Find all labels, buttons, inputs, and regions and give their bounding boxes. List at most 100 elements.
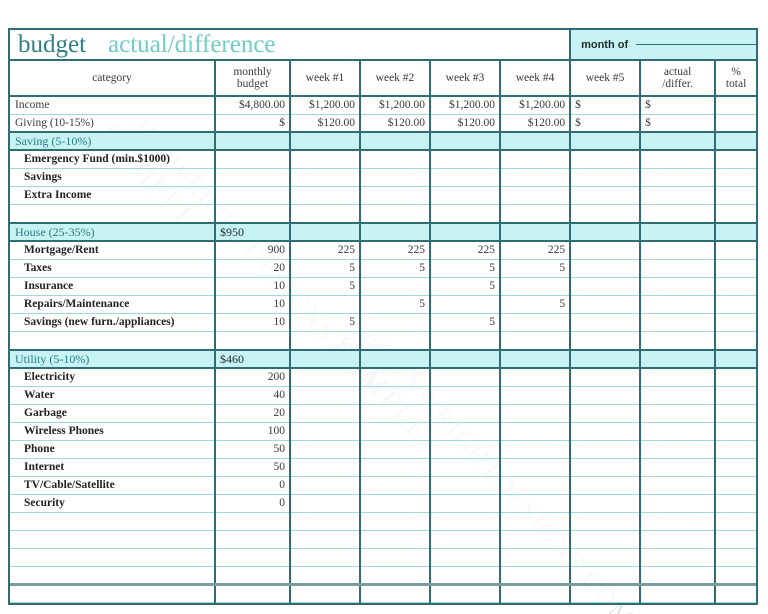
cell-week-1[interactable] [290,494,361,513]
cell-category[interactable]: Water [10,386,216,405]
cell-actual-differ[interactable] [640,386,717,405]
cell-week-5[interactable] [570,331,642,351]
cell-category[interactable]: Extra Income [10,186,216,205]
cell-week-5[interactable] [570,277,642,296]
cell-week-2[interactable] [360,494,431,513]
cell-week-4[interactable] [500,186,572,205]
cell-category[interactable] [10,582,216,603]
cell-week-4[interactable] [500,313,572,332]
cell-week-3[interactable] [430,530,501,549]
cell-percent-total[interactable] [715,131,757,151]
cell-week-5[interactable] [570,404,642,423]
cell-monthly-budget[interactable] [215,512,291,531]
cell-actual-differ[interactable] [640,440,717,459]
cell-week-4[interactable] [500,222,572,242]
cell-category[interactable]: Taxes [10,259,216,278]
cell-week-2[interactable] [360,386,431,405]
cell-week-3[interactable]: 225 [430,241,501,260]
cell-week-5[interactable] [570,512,642,531]
cell-week-5[interactable] [570,386,642,405]
cell-category[interactable]: Phone [10,440,216,459]
cell-monthly-budget[interactable] [215,530,291,549]
cell-week-5[interactable] [570,548,642,567]
cell-week-5[interactable] [570,168,642,187]
cell-category[interactable]: Income [10,96,216,115]
cell-week-4[interactable] [500,368,572,387]
cell-actual-differ[interactable] [640,331,717,351]
cell-week-2[interactable] [360,222,431,242]
cell-percent-total[interactable] [715,494,757,513]
cell-week-4[interactable] [500,386,572,405]
cell-category[interactable]: Savings [10,168,216,187]
cell-percent-total[interactable] [715,114,757,133]
cell-category[interactable] [10,331,216,351]
cell-category[interactable]: Mortgage/Rent [10,241,216,260]
cell-week-4[interactable]: 225 [500,241,572,260]
cell-week-4[interactable]: 5 [500,295,572,314]
cell-monthly-budget[interactable]: 40 [215,386,291,405]
cell-percent-total[interactable] [715,150,757,169]
cell-week-1[interactable] [290,131,361,151]
cell-week-4[interactable] [500,494,572,513]
cell-week-4[interactable] [500,582,572,603]
cell-week-2[interactable] [360,168,431,187]
cell-week-3[interactable] [430,494,501,513]
cell-category[interactable]: Savings (new furn./appliances) [10,313,216,332]
cell-percent-total[interactable] [715,422,757,441]
cell-week-4[interactable]: 5 [500,259,572,278]
cell-week-2[interactable]: 5 [360,295,431,314]
cell-actual-differ[interactable]: $ [640,114,717,133]
cell-week-3[interactable]: 5 [430,259,501,278]
cell-monthly-budget[interactable] [215,168,291,187]
cell-week-1[interactable] [290,404,361,423]
cell-week-3[interactable] [430,566,501,585]
cell-monthly-budget[interactable] [215,186,291,205]
cell-percent-total[interactable] [715,295,757,314]
cell-percent-total[interactable] [715,96,757,115]
cell-week-1[interactable] [290,168,361,187]
cell-week-4[interactable] [500,458,572,477]
cell-week-3[interactable] [430,548,501,567]
cell-week-5[interactable] [570,313,642,332]
cell-week-2[interactable] [360,186,431,205]
cell-week-3[interactable] [430,476,501,495]
cell-week-1[interactable] [290,440,361,459]
cell-actual-differ[interactable] [640,458,717,477]
cell-week-2[interactable] [360,530,431,549]
cell-actual-differ[interactable] [640,295,717,314]
cell-monthly-budget[interactable]: 0 [215,494,291,513]
cell-week-3[interactable] [430,349,501,369]
cell-week-5[interactable] [570,440,642,459]
cell-week-1[interactable] [290,530,361,549]
cell-week-1[interactable] [290,295,361,314]
cell-percent-total[interactable] [715,404,757,423]
cell-week-2[interactable] [360,512,431,531]
month-of-field[interactable]: month of [569,30,757,61]
cell-week-2[interactable] [360,566,431,585]
cell-percent-total[interactable] [715,386,757,405]
cell-week-2[interactable] [360,131,431,151]
cell-percent-total[interactable] [715,368,757,387]
cell-week-4[interactable] [500,277,572,296]
cell-week-2[interactable] [360,331,431,351]
cell-week-2[interactable] [360,349,431,369]
cell-week-3[interactable] [430,368,501,387]
cell-actual-differ[interactable] [640,150,717,169]
cell-category[interactable]: Wireless Phones [10,422,216,441]
cell-week-2[interactable] [360,548,431,567]
cell-monthly-budget[interactable]: 50 [215,440,291,459]
cell-week-1[interactable] [290,458,361,477]
cell-week-5[interactable] [570,150,642,169]
cell-actual-differ[interactable] [640,204,717,224]
cell-week-2[interactable] [360,368,431,387]
cell-monthly-budget[interactable] [215,548,291,567]
cell-monthly-budget[interactable] [215,566,291,585]
cell-actual-differ[interactable] [640,422,717,441]
cell-category[interactable]: Electricity [10,368,216,387]
cell-actual-differ[interactable] [640,186,717,205]
cell-week-3[interactable] [430,440,501,459]
cell-actual-differ[interactable] [640,368,717,387]
cell-week-3[interactable] [430,386,501,405]
cell-week-4[interactable] [500,331,572,351]
cell-week-2[interactable] [360,422,431,441]
